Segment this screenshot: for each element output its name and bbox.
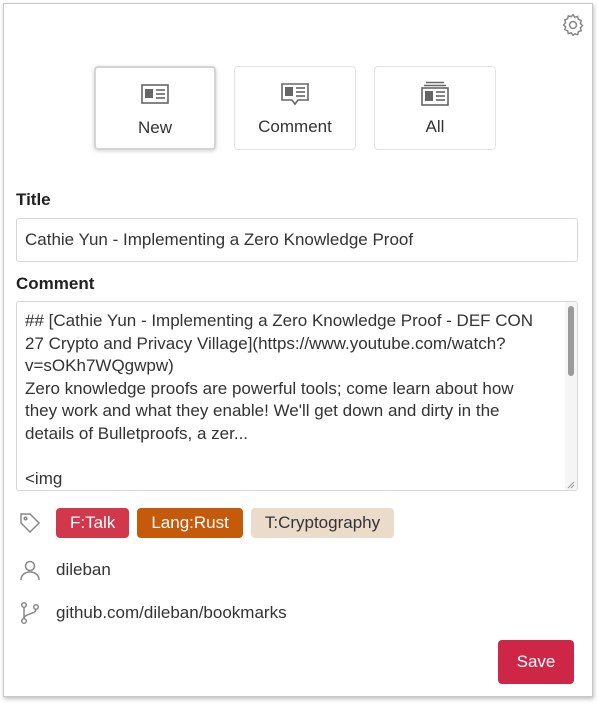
mode-comment-label: Comment (258, 117, 332, 136)
tag-item[interactable]: Lang:Rust (137, 508, 243, 538)
mode-new-button[interactable]: New (94, 66, 216, 150)
user-icon (16, 556, 44, 584)
resize-handle-icon[interactable] (567, 481, 575, 489)
mode-all-label: All (425, 117, 445, 136)
bookmark-dialog: New Comment All Title Cathie Yun - Imple… (3, 3, 593, 697)
git-branch-icon (16, 599, 44, 627)
user-row: dileban (16, 556, 111, 584)
newspaper-icon (141, 84, 169, 104)
comment-textarea[interactable] (17, 302, 557, 488)
mode-all-button[interactable]: All (374, 66, 496, 150)
tag-item[interactable]: F:Talk (56, 508, 130, 538)
mode-comment-button[interactable]: Comment (234, 66, 356, 150)
scrollbar-thumb[interactable] (568, 306, 574, 376)
repo-path: github.com/dileban/bookmarks (56, 603, 287, 622)
mode-new-label: New (137, 118, 172, 137)
comment-label: Comment (16, 274, 95, 293)
repo-row: github.com/dileban/bookmarks (16, 599, 287, 627)
save-button[interactable]: Save (498, 640, 574, 684)
stack-icon (421, 81, 449, 106)
tag-item[interactable]: T:Cryptography (250, 508, 395, 538)
mode-selector: New Comment All (94, 66, 496, 150)
title-label: Title (16, 190, 51, 209)
comment-icon (281, 83, 309, 106)
tag-list: F:Talk Lang:Rust T:Cryptography (56, 508, 395, 538)
tags-row: F:Talk Lang:Rust T:Cryptography (16, 508, 395, 538)
title-input[interactable] (16, 218, 578, 262)
gear-icon[interactable] (560, 12, 586, 38)
comment-scrollbar[interactable] (565, 302, 577, 490)
comment-box (16, 301, 578, 491)
tag-icon (16, 509, 44, 537)
username: dileban (56, 560, 111, 579)
